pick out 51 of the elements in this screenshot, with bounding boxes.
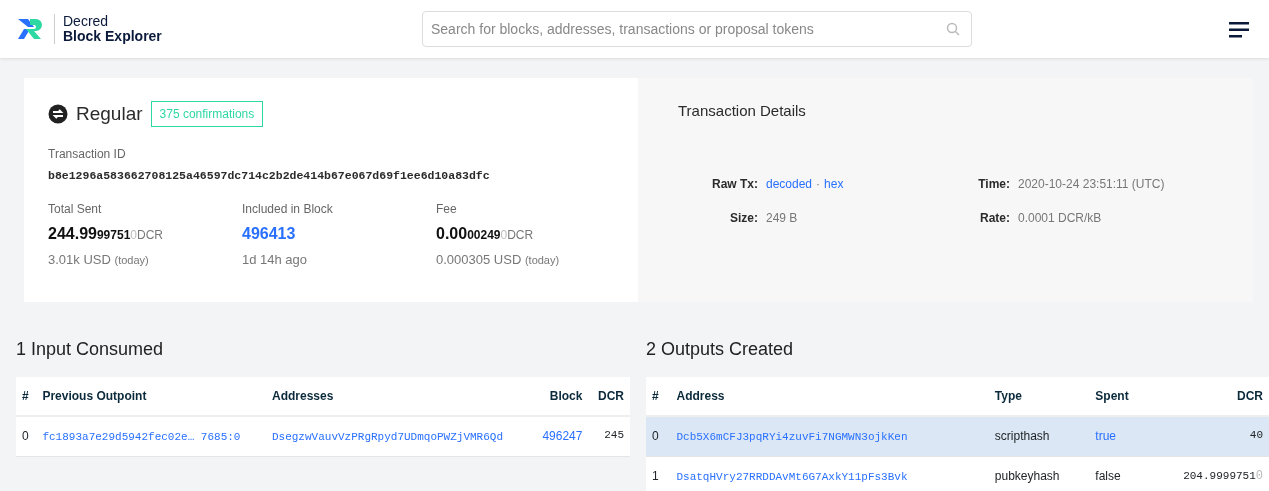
detail-label: Time: (977, 175, 1010, 193)
spent-value[interactable]: true (1095, 429, 1116, 443)
transaction-icon (48, 104, 68, 125)
transaction-type: Regular (76, 102, 143, 126)
usd-value: 0.000305 USD (today) (436, 250, 560, 269)
outpoint-link[interactable]: fc1893a7e29d5942fec02e… 7685:0 (42, 431, 241, 443)
table-cell: pubkeyhash (988, 456, 1090, 491)
amount-cell: 204.99997510 (1148, 456, 1269, 491)
usd-value: 3.01k USD (today) (48, 250, 150, 269)
column-header: Block (531, 377, 589, 416)
section-title: 1 Input Consumed (16, 338, 165, 361)
block-link[interactable]: 496413 (242, 221, 296, 246)
section-title: Transaction Details (678, 101, 807, 121)
logo-text: Decred (63, 14, 110, 29)
amount-cell: 245 (588, 416, 630, 456)
search-icon (946, 22, 960, 36)
section-title: 2 Outputs Created (646, 338, 795, 361)
table-cell: 0 (16, 416, 37, 456)
transaction-id: b8e1296a583662708125a46597dc714c2b2de414b67e067d69f1ee6d10a83dfc (48, 167, 491, 184)
amount-value: 0.00002490DCR (436, 223, 535, 244)
detail-value: 0.0001 DCR/kB (1018, 209, 1102, 227)
field-label: Included in Block (242, 200, 334, 218)
column-header: DCR (588, 377, 630, 416)
field-label: Transaction ID (48, 145, 127, 163)
spent-value: false (1095, 468, 1121, 483)
table-cell: 0 (646, 416, 671, 456)
table-cell: 1 (646, 456, 671, 491)
column-header: Previous Outpoint (36, 377, 266, 416)
menu-icon[interactable] (1229, 21, 1249, 38)
address-link[interactable]: DsatqHVry27RRDDAvMt6G7AxkY11pFs3Bvk (676, 470, 908, 483)
block-link[interactable]: 496247 (542, 429, 583, 443)
column-header: # (16, 377, 37, 416)
detail-value: 249 B (766, 209, 798, 227)
detail-value: 2020-10-24 23:51:11 (UTC) (1018, 175, 1165, 193)
separator-dot: · (816, 175, 821, 193)
column-header: Addresses (265, 377, 532, 416)
field-label: Fee (436, 200, 458, 218)
raw-link[interactable]: hex (824, 174, 844, 193)
search-field[interactable]: Search for blocks, addresses, transactions or proposal tokens (422, 11, 972, 47)
detail-label: Size: (729, 209, 758, 227)
raw-link[interactable]: decoded (766, 174, 813, 193)
address-link[interactable]: DsegzwVauvVzPRgRpyd7UDmqoPWZjVMR6Qd (271, 431, 503, 443)
amount-cell: 40 (1148, 416, 1269, 456)
logo-text: Block Explorer (63, 29, 162, 44)
field-label: Total Sent (48, 200, 103, 218)
block-age: 1d 14h ago (242, 250, 309, 269)
table-cell: scripthash (988, 416, 1090, 456)
detail-label: Rate: (979, 209, 1010, 227)
amount-value: 244.99997510DCR (48, 223, 164, 244)
confirmations-badge: 375 confirmations (150, 101, 264, 128)
detail-label: Raw Tx: (711, 175, 758, 193)
